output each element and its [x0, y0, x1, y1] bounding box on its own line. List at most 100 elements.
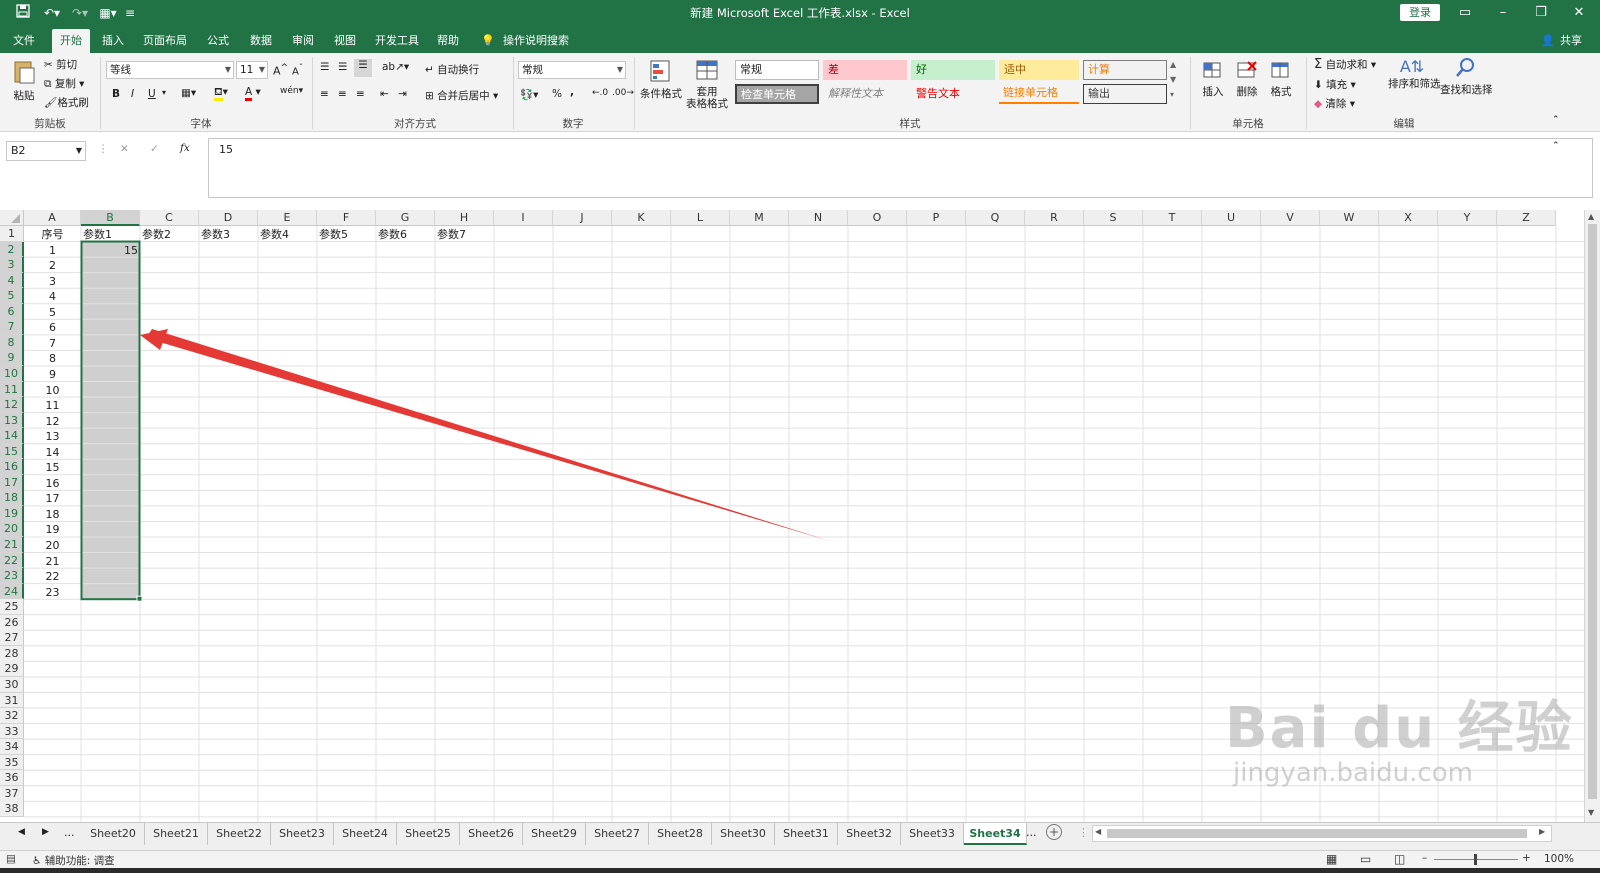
sequence-cell[interactable]: 8	[26, 351, 79, 366]
row-header-38[interactable]: 38	[0, 801, 24, 818]
sheet-prev-icon[interactable]: ◀	[18, 827, 25, 837]
login-button[interactable]: 登录	[1400, 4, 1440, 21]
row-header-22[interactable]: 22	[0, 552, 24, 569]
column-header-c[interactable]: C	[140, 210, 199, 226]
row-header-16[interactable]: 16	[0, 459, 24, 476]
row-header-6[interactable]: 6	[0, 303, 24, 320]
sheet-tab-sheet21[interactable]: Sheet21	[145, 823, 208, 845]
header-cell[interactable]: 参数5	[319, 227, 374, 242]
row-header-33[interactable]: 33	[0, 723, 24, 740]
tab-help[interactable]: 帮助	[432, 29, 464, 53]
collapse-ribbon-icon[interactable]: ⌃	[1552, 115, 1560, 125]
row-header-3[interactable]: 3	[0, 257, 24, 273]
align-left-icon[interactable]: ≡	[320, 88, 329, 100]
sequence-cell[interactable]: 15	[26, 460, 79, 475]
row-header-4[interactable]: 4	[0, 272, 24, 289]
cancel-icon[interactable]: ✕	[120, 143, 129, 155]
column-header-o[interactable]: O	[848, 210, 907, 226]
column-header-z[interactable]: Z	[1497, 210, 1556, 226]
sheet-tab-sheet32[interactable]: Sheet32	[838, 823, 901, 845]
ribbon-display-options-icon[interactable]: ▭	[1450, 3, 1480, 23]
copy-button[interactable]: ⧉ 复制 ▾	[44, 76, 84, 91]
row-header-26[interactable]: 26	[0, 614, 24, 631]
fill-color-icon[interactable]: ⛾▾	[214, 86, 228, 101]
column-header-b[interactable]: B	[81, 210, 140, 226]
sequence-cell[interactable]: 14	[26, 445, 79, 460]
sequence-cell[interactable]: 19	[26, 522, 79, 537]
percent-button[interactable]: %	[552, 88, 562, 100]
row-header-35[interactable]: 35	[0, 754, 24, 771]
row-header-36[interactable]: 36	[0, 770, 24, 787]
header-cell[interactable]: 参数3	[201, 227, 256, 242]
normal-view-icon[interactable]: ▦	[1326, 852, 1337, 866]
macro-record-icon[interactable]: ▤	[6, 853, 16, 865]
style-explanatory[interactable]: 解释性文本	[823, 84, 907, 104]
scroll-left-icon[interactable]: ◀	[1095, 827, 1101, 836]
scroll-thumb[interactable]	[1588, 224, 1597, 799]
sheet-next-icon[interactable]: ▶	[42, 827, 49, 837]
horizontal-scrollbar[interactable]: ◀ ▶	[1092, 825, 1552, 842]
row-header-37[interactable]: 37	[0, 785, 24, 802]
close-icon[interactable]: ✕	[1564, 3, 1594, 23]
sheet-tab-sheet34[interactable]: Sheet34	[964, 823, 1027, 845]
clear-button[interactable]: ◆ 清除 ▾	[1314, 96, 1355, 111]
row-header-14[interactable]: 14	[0, 428, 24, 444]
column-header-e[interactable]: E	[258, 210, 317, 226]
column-header-f[interactable]: F	[317, 210, 376, 226]
sheet-tab-sheet25[interactable]: Sheet25	[397, 823, 460, 845]
tell-me-search[interactable]: 操作说明搜索	[500, 29, 572, 53]
scroll-up-icon[interactable]: ▲	[1588, 212, 1594, 221]
increase-indent-icon[interactable]: ⇥	[398, 88, 407, 100]
font-size-select[interactable]: 11 ▼	[236, 61, 268, 79]
row-header-10[interactable]: 10	[0, 365, 24, 382]
sort-filter-button[interactable]: A⇅ 排序和筛选	[1388, 57, 1441, 91]
row-header-30[interactable]: 30	[0, 676, 24, 693]
header-cell[interactable]: 参数6	[378, 227, 433, 242]
column-header-p[interactable]: P	[907, 210, 966, 226]
column-header-h[interactable]: H	[435, 210, 494, 226]
collapse-formula-icon[interactable]: ⌃	[1552, 141, 1560, 151]
column-header-y[interactable]: Y	[1438, 210, 1497, 226]
font-color-button[interactable]: A ▾	[245, 86, 261, 101]
tab-developer[interactable]: 开发工具	[372, 29, 422, 53]
sheet-ellipsis-left[interactable]: ...	[64, 826, 75, 839]
name-box[interactable]: B2 ▼	[6, 141, 86, 161]
column-header-m[interactable]: M	[730, 210, 789, 226]
sequence-cell[interactable]: 21	[26, 554, 79, 569]
h-scroll-thumb[interactable]	[1107, 829, 1527, 838]
sequence-cell[interactable]: 6	[26, 320, 79, 335]
delete-cells-button[interactable]: 删除	[1232, 59, 1262, 99]
accessibility-status[interactable]: ♿ 辅助功能: 调查	[32, 853, 115, 868]
insert-cells-button[interactable]: 插入	[1198, 59, 1228, 99]
header-cell[interactable]: 序号	[26, 227, 79, 242]
format-as-table-button[interactable]: 套用 表格格式	[684, 59, 730, 110]
column-header-k[interactable]: K	[612, 210, 671, 226]
formula-input[interactable]: 15	[208, 138, 1593, 198]
restore-icon[interactable]: ❐	[1526, 3, 1556, 23]
column-header-a[interactable]: A	[24, 210, 81, 226]
tab-splitter[interactable]: ⋮	[1078, 826, 1089, 839]
zoom-in-icon[interactable]: +	[1522, 852, 1531, 864]
cut-button[interactable]: ✂ 剪切	[44, 57, 77, 72]
style-check-cell[interactable]: 检查单元格	[735, 84, 819, 104]
number-format-select[interactable]: 常规 ▼	[518, 61, 626, 79]
row-header-1[interactable]: 1	[0, 226, 24, 242]
format-cells-button[interactable]: 格式	[1266, 59, 1296, 99]
zoom-out-icon[interactable]: –	[1422, 852, 1427, 864]
header-cell[interactable]: 参数7	[437, 227, 492, 242]
tab-view[interactable]: 视图	[329, 29, 361, 53]
style-calculation[interactable]: 计算	[1083, 60, 1167, 80]
accounting-format-icon[interactable]: 💱▾	[520, 88, 538, 101]
sequence-cell[interactable]: 2	[26, 258, 79, 273]
zoom-slider[interactable]	[1434, 854, 1518, 865]
row-header-7[interactable]: 7	[0, 319, 24, 336]
align-middle-icon[interactable]: ☰	[338, 61, 347, 73]
sequence-cell[interactable]: 9	[26, 367, 79, 382]
header-cell[interactable]: 参数4	[260, 227, 315, 242]
paste-button[interactable]: 粘贴	[10, 59, 38, 109]
tab-file[interactable]: 文件	[8, 29, 40, 53]
tab-home[interactable]: 开始	[52, 29, 90, 53]
row-header-9[interactable]: 9	[0, 350, 24, 367]
tab-insert[interactable]: 插入	[98, 29, 128, 53]
row-header-18[interactable]: 18	[0, 490, 24, 507]
